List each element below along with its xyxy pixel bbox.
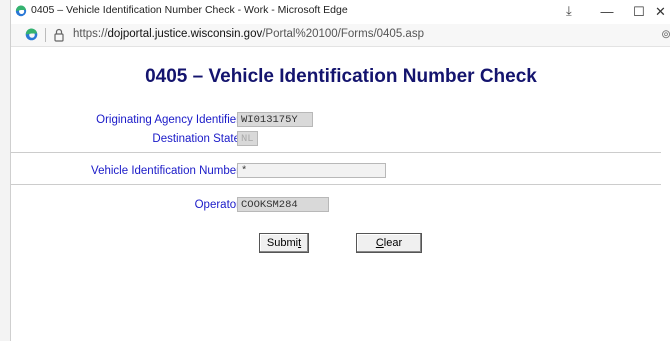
maximize-button[interactable]: ☐ — [623, 1, 655, 23]
destination-state-label: Destination State — [152, 133, 240, 145]
originating-agency-field[interactable]: WI013175Y — [237, 112, 313, 127]
address-bar: https://dojportal.justice.wisconsin.gov/… — [11, 24, 670, 47]
destination-state-field[interactable]: NL — [237, 131, 258, 146]
clear-label: lear — [383, 237, 403, 249]
minimize-button[interactable]: — — [591, 1, 623, 23]
operator-label: Operator — [194, 199, 240, 211]
submit-button[interactable]: Submit — [259, 233, 309, 253]
url-host: dojportal.justice.wisconsin.gov — [107, 28, 263, 40]
divider — [11, 152, 661, 153]
pin-extension-icon[interactable]: ⤓ — [566, 3, 572, 19]
browser-window: 0405 – Vehicle Identification Number Che… — [10, 0, 670, 341]
divider — [11, 184, 661, 185]
page-content: 0405 – Vehicle Identification Number Che… — [11, 47, 670, 341]
edge-page-icon — [25, 28, 38, 41]
submit-label: Submi — [266, 237, 299, 249]
vin-field[interactable]: * — [237, 163, 386, 178]
lock-icon[interactable] — [53, 28, 65, 42]
address-right-edge-icon[interactable]: ⊚ — [661, 27, 670, 41]
url-path: /Portal%20100/Forms/0405.asp — [262, 28, 424, 40]
url-prefix: https:// — [73, 28, 108, 40]
operator-field[interactable]: COOKSM284 — [237, 197, 329, 212]
clear-accesskey: C — [375, 237, 384, 249]
originating-agency-label: Originating Agency Identifier — [96, 114, 240, 126]
form-title: 0405 – Vehicle Identification Number Che… — [145, 66, 537, 87]
url-field[interactable]: https://dojportal.justice.wisconsin.gov/… — [73, 28, 424, 40]
vin-label: Vehicle Identification Number — [91, 165, 240, 177]
address-separator — [45, 28, 46, 42]
close-button[interactable]: ✕ — [655, 1, 670, 23]
edge-browser-icon — [15, 5, 27, 17]
title-bar: 0405 – Vehicle Identification Number Che… — [11, 0, 670, 24]
window-title: 0405 – Vehicle Identification Number Che… — [31, 4, 348, 16]
clear-button[interactable]: Clear — [356, 233, 422, 253]
submit-accesskey: t — [298, 237, 302, 249]
